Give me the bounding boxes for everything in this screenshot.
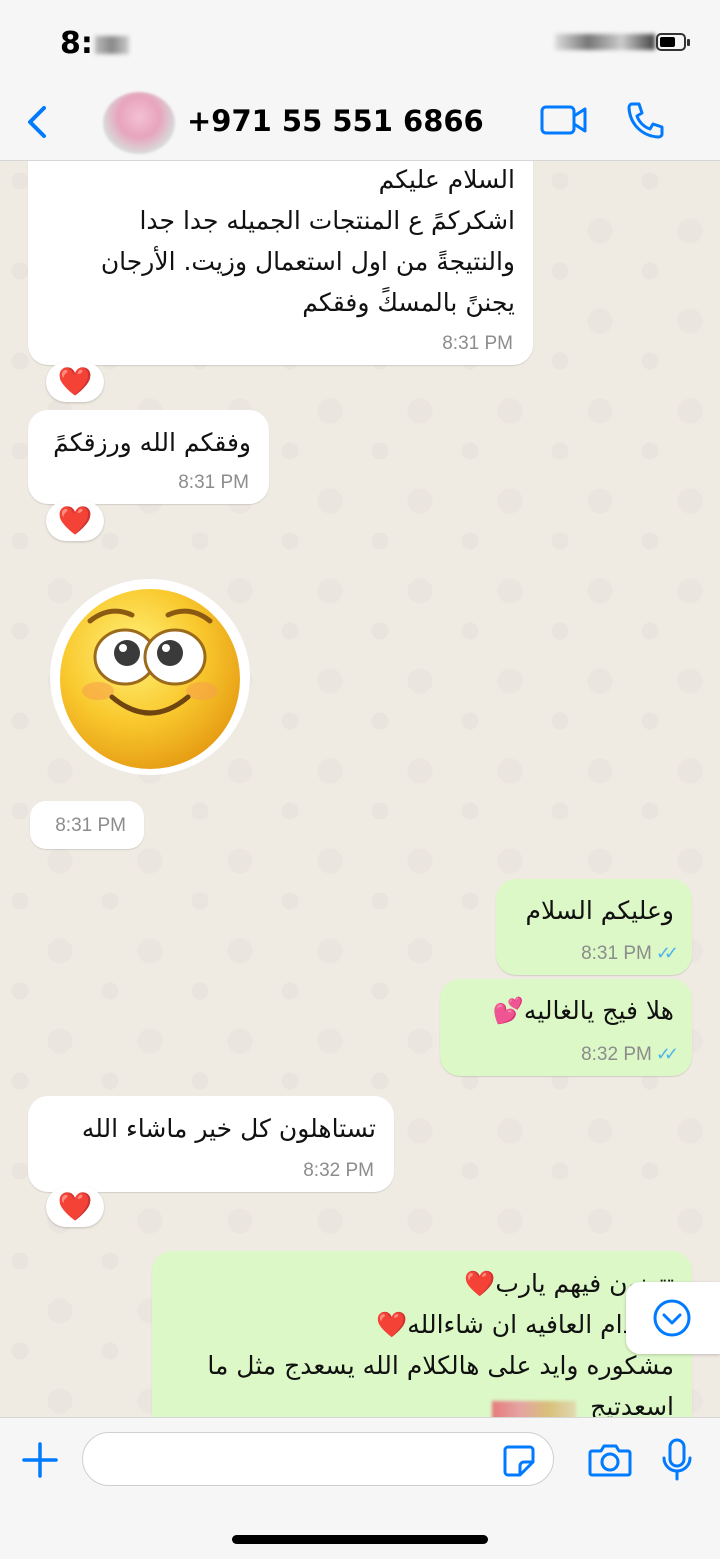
video-call-icon[interactable] [540,104,588,136]
message-text: تتهنون فيهم يارب❤️ بالخدام العافيه ان شا… [207,1269,674,1417]
message-time: 8:32 PM [581,1044,652,1065]
chat-messages-area[interactable]: السلام عليكم اشكركمً ع المنتجات الجميله … [0,161,720,1417]
redacted-name [492,1401,576,1417]
status-bar: 8: [0,0,720,80]
microphone-icon[interactable] [660,1438,694,1482]
scroll-to-bottom-button[interactable] [626,1282,720,1354]
signal-wifi-indicators [555,34,655,50]
heart-reaction: ❤️ [57,504,93,537]
reaction-badge[interactable]: ❤️ [46,362,104,402]
message-time: 8:31 PM [442,333,513,354]
message-time: 8:31 PM [178,472,249,493]
sticker-icon[interactable] [502,1444,536,1478]
smiling-face-emoji-icon [60,589,240,769]
incoming-message[interactable]: السلام عليكم اشكركمً ع المنتجات الجميله … [28,161,533,365]
outgoing-message[interactable]: وعليكم السلام 8:31 PM ✓✓ [496,879,692,975]
contact-name[interactable]: +971 55 551 6866 [187,104,484,138]
back-chevron-icon[interactable] [18,102,58,142]
heart-reaction: ❤️ [57,1190,93,1223]
read-receipt-icon: ✓✓ [655,943,679,963]
camera-icon[interactable] [588,1442,632,1478]
sticker-time-badge: 8:31 PM [30,801,144,849]
outgoing-message[interactable]: هلا فيج يالغاليه💕 8:32 PM ✓✓ [440,979,692,1076]
status-time: 8: [60,26,129,61]
outgoing-message[interactable]: تتهنون فيهم يارب❤️ بالخدام العافيه ان شا… [152,1251,692,1417]
message-time: 8:31 PM [581,943,652,964]
emoji-sticker[interactable] [50,579,250,775]
reaction-badge[interactable]: ❤️ [46,501,104,541]
message-input[interactable] [82,1432,554,1486]
plus-icon[interactable] [20,1440,60,1480]
reaction-badge[interactable]: ❤️ [46,1187,104,1227]
chat-header: +971 55 551 6866 [0,80,720,161]
incoming-message[interactable]: تستاهلون كل خير ماشاء الله 8:32 PM [28,1096,394,1192]
heart-reaction: ❤️ [57,365,93,398]
message-text: وفقكم الله ورزقكمً [53,428,251,457]
battery-icon [656,33,690,51]
contact-avatar[interactable] [103,92,175,154]
message-meta: 8:32 PM ✓✓ [581,1044,679,1066]
message-text: وعليكم السلام [525,896,674,925]
read-receipt-icon: ✓✓ [655,1044,679,1064]
message-meta: 8:31 PM ✓✓ [581,943,679,965]
chevron-down-circle-icon [653,1299,691,1337]
message-composer [0,1417,720,1559]
message-time: 8:31 PM [55,815,126,836]
message-text: السلام عليكم اشكركمً ع المنتجات الجميله … [100,165,515,317]
phone-call-icon[interactable] [624,100,666,140]
incoming-message[interactable]: وفقكم الله ورزقكمً 8:31 PM [28,410,269,504]
home-indicator [232,1535,488,1544]
message-text: هلا فيج يالغاليه💕 [492,996,674,1025]
redacted-time [94,35,129,54]
message-text: تستاهلون كل خير ماشاء الله [81,1114,376,1143]
message-time: 8:32 PM [303,1160,374,1181]
